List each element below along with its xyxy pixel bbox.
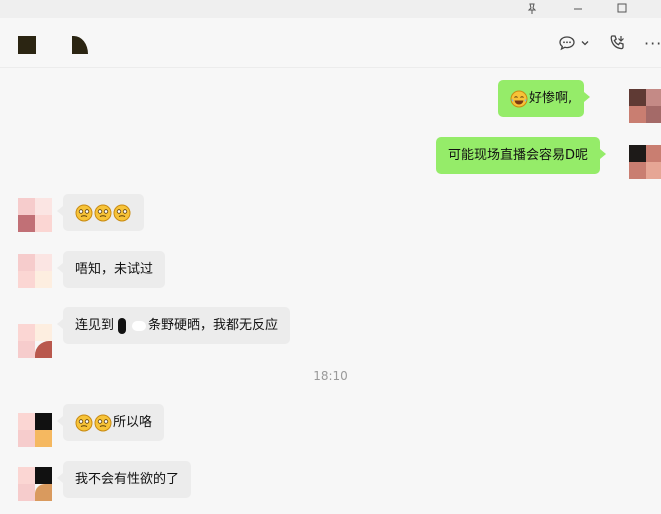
message-bubble[interactable]: 我不会有性欲的了	[56, 461, 192, 498]
message-received: 连见到 条野硬晒，我都无反应	[56, 307, 291, 344]
message-received	[57, 194, 144, 231]
message-bubble[interactable]: 所以咯	[56, 404, 165, 441]
message-text: 连见到	[75, 317, 115, 333]
confused-face-emoji	[94, 204, 112, 221]
contact-avatar[interactable]	[18, 36, 36, 54]
message-sent: 好惨啊,	[498, 80, 591, 117]
redacted-mark	[118, 317, 127, 334]
laughing-tears-emoji	[510, 90, 528, 107]
message-bubble[interactable]: 唔知，未试过	[56, 251, 166, 288]
maximize-icon[interactable]	[602, 0, 642, 18]
contact-avatar[interactable]	[18, 467, 52, 501]
message-bubble[interactable]: 连见到 条野硬晒，我都无反应	[56, 307, 291, 344]
minimize-icon[interactable]	[558, 0, 598, 18]
my-avatar[interactable]	[629, 89, 661, 123]
message-received: 所以咯	[56, 404, 165, 441]
contact-avatar[interactable]	[18, 413, 52, 447]
confused-face-emoji	[113, 204, 131, 221]
contact-avatar[interactable]	[18, 324, 52, 358]
message-text: 可能现场直播会容易D呢	[448, 147, 589, 163]
contact-avatar[interactable]	[18, 254, 52, 288]
message-text: 好惨啊,	[529, 90, 573, 106]
title-bar	[0, 0, 661, 18]
message-text: 我不会有性欲的了	[75, 471, 180, 487]
confused-face-emoji	[75, 414, 93, 431]
chevron-down-icon[interactable]	[580, 32, 590, 54]
confused-face-emoji	[94, 414, 112, 431]
message-timestamp: 18:10	[313, 369, 348, 383]
chat-header: ···	[0, 18, 661, 68]
confused-face-emoji	[75, 204, 93, 221]
more-options-icon[interactable]: ···	[644, 32, 661, 54]
message-bubble[interactable]	[57, 194, 144, 231]
more-options-label: ···	[644, 33, 661, 53]
chat-bubble-icon[interactable]	[558, 32, 576, 54]
redacted-glow	[132, 320, 147, 331]
message-text: 条野硬晒，我都无反应	[148, 317, 279, 333]
contact-name-obscured	[72, 36, 88, 54]
contact-avatar[interactable]	[18, 198, 52, 232]
message-text: 所以咯	[113, 414, 153, 430]
phone-call-icon[interactable]	[607, 32, 627, 54]
chat-window: ··· 好惨啊, 可能现场直播会容易D呢 唔知，未试过 连见到 条野硬晒，我都无…	[0, 0, 661, 514]
my-avatar[interactable]	[629, 145, 661, 179]
message-received: 我不会有性欲的了	[56, 461, 192, 498]
message-sent: 可能现场直播会容易D呢	[436, 137, 607, 174]
pin-icon[interactable]	[512, 0, 552, 18]
message-text: 唔知，未试过	[75, 261, 154, 277]
message-bubble[interactable]: 好惨啊,	[498, 80, 591, 117]
message-received: 唔知，未试过	[56, 251, 166, 288]
message-bubble[interactable]: 可能现场直播会容易D呢	[436, 137, 607, 174]
